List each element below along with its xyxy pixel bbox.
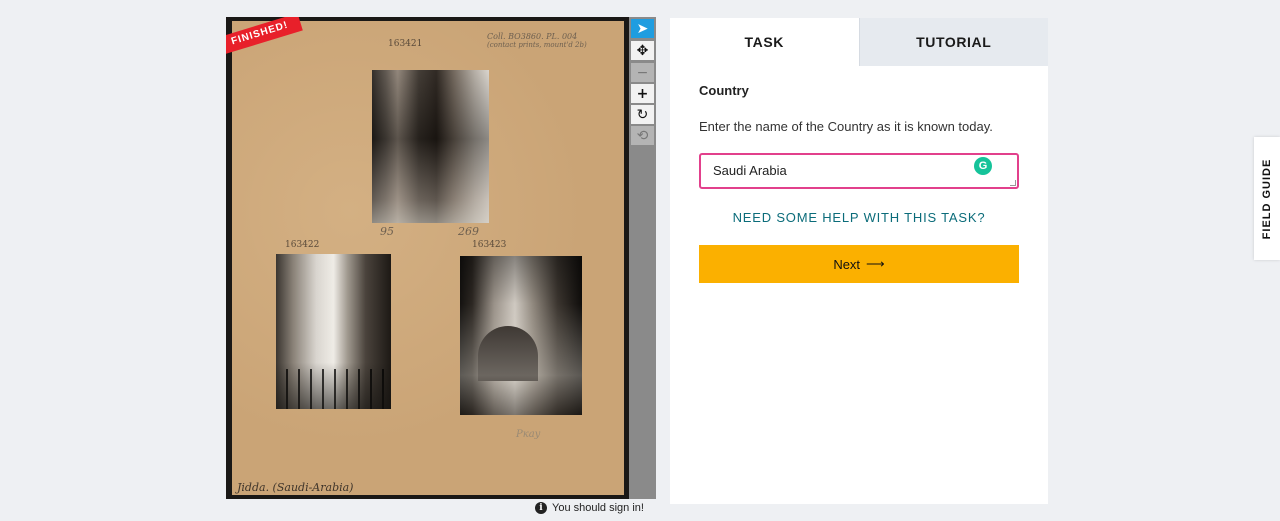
panel-tabs: TASK TUTORIAL: [670, 18, 1048, 66]
country-input-value: Saudi Arabia: [713, 163, 787, 178]
task-instruction: Enter the name of the Country as it is k…: [699, 119, 993, 134]
collection-note: Coll. BO3860. PL. 004 (contact prints, m…: [487, 32, 587, 49]
rotate-icon[interactable]: ↻: [631, 105, 654, 124]
field-guide-tab[interactable]: FIELD GUIDE: [1254, 137, 1280, 260]
pencil-scribble: Ркау: [516, 429, 541, 440]
photo-bottom-right: [460, 256, 582, 415]
tab-tutorial[interactable]: TUTORIAL: [858, 18, 1048, 66]
catalog-number-top: 163421: [388, 39, 423, 49]
tab-task[interactable]: TASK: [670, 18, 859, 66]
next-button[interactable]: Next ⟶: [699, 245, 1019, 283]
photo-top: [372, 70, 489, 223]
next-button-label: Next: [833, 256, 861, 272]
photo-bottom-left: [276, 254, 391, 409]
catalog-number-right: 163423: [472, 240, 507, 250]
subject-viewer[interactable]: FINISHED! 163421 Coll. BO3860. PL. 004 (…: [226, 17, 656, 499]
country-input[interactable]: Saudi Arabia G: [699, 153, 1019, 189]
caption-handwritten: Jidda. (Saudi-Arabia): [237, 481, 354, 494]
signin-text: You should sign in!: [552, 502, 644, 514]
archive-card: 163421 Coll. BO3860. PL. 004 (contact pr…: [232, 21, 624, 495]
zoom-in-icon[interactable]: +: [631, 84, 654, 103]
move-icon[interactable]: ✥: [631, 41, 654, 60]
grammarly-icon[interactable]: G: [974, 157, 992, 175]
reset-icon[interactable]: ⟲: [631, 126, 654, 145]
help-link[interactable]: NEED SOME HELP WITH THIS TASK?: [699, 210, 1019, 225]
viewer-toolbar: ➤ ✥ − + ↻ ⟲: [629, 17, 656, 499]
task-content: Country Enter the name of the Country as…: [670, 83, 1048, 283]
signin-notice[interactable]: i You should sign in!: [535, 502, 644, 514]
pencil-mark-2: 269: [458, 225, 479, 238]
zoom-out-icon[interactable]: −: [631, 63, 654, 82]
info-icon: i: [535, 502, 547, 514]
task-label: Country: [699, 83, 749, 98]
field-guide-label: FIELD GUIDE: [1261, 158, 1273, 239]
pointer-icon[interactable]: ➤: [631, 19, 654, 38]
catalog-number-left: 163422: [285, 240, 320, 250]
resize-handle-icon[interactable]: [1010, 180, 1016, 186]
task-panel: TASK TUTORIAL Country Enter the name of …: [670, 18, 1048, 504]
subject-image[interactable]: FINISHED! 163421 Coll. BO3860. PL. 004 (…: [226, 17, 629, 499]
pencil-mark-1: 95: [380, 225, 394, 238]
arrow-right-icon: ⟶: [866, 256, 885, 271]
